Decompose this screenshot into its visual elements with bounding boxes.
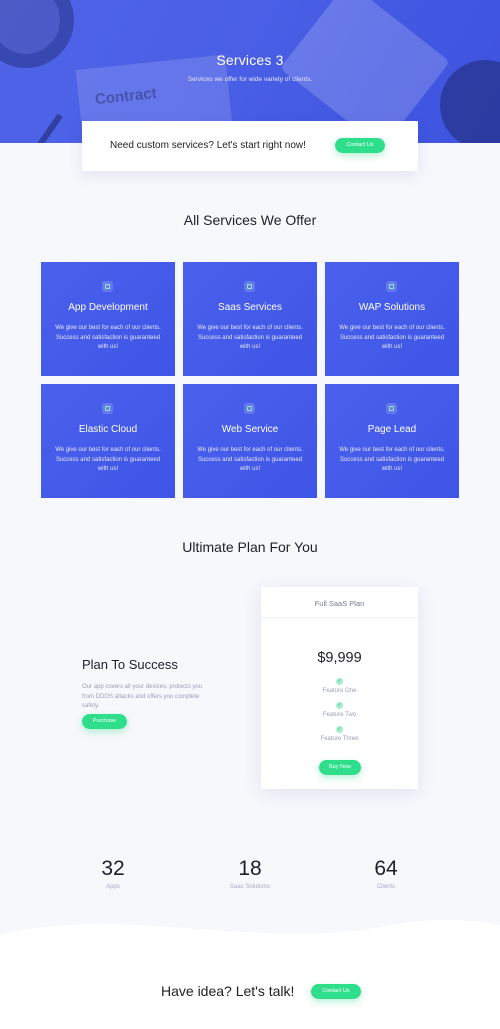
cta-card: Need custom services? Let's start right … xyxy=(82,121,418,171)
pen-image xyxy=(23,113,63,143)
layers-icon xyxy=(102,281,113,292)
service-title: Elastic Cloud xyxy=(78,424,138,435)
stat-label: Saas Solutions xyxy=(229,884,271,890)
plan-price: $9,999 xyxy=(317,650,362,666)
service-title: Saas Services xyxy=(218,302,282,313)
page-title: Services 3 xyxy=(216,52,284,68)
wave-divider xyxy=(0,920,500,1029)
service-desc: We give our best for each of our clients… xyxy=(55,325,161,350)
document-icon xyxy=(386,403,397,414)
service-desc: We give our best for each of our clients… xyxy=(55,447,161,472)
service-desc: We give our best for each of our clients… xyxy=(197,447,303,472)
cloud-icon xyxy=(102,403,113,414)
contact-us-button[interactable]: Contact Us xyxy=(335,138,385,153)
service-card-app-development[interactable]: App Development We give our best for eac… xyxy=(41,262,175,376)
monitor-icon xyxy=(244,281,255,292)
service-title: App Development xyxy=(68,302,148,313)
service-card-web-service[interactable]: Web Service We give our best for each of… xyxy=(183,384,317,498)
check-icon: ✓ xyxy=(336,678,343,685)
stat-value: 18 xyxy=(238,857,262,880)
plan-description: Our app covers all your devices, protect… xyxy=(82,684,203,709)
feature-item: Feature Three xyxy=(320,736,359,742)
service-card-saas-services[interactable]: Saas Services We give our best for each … xyxy=(183,262,317,376)
plan-section-title: Ultimate Plan For You xyxy=(182,539,318,555)
plan-heading: Plan To Success xyxy=(82,657,178,672)
footer-contact-button[interactable]: Contact Us xyxy=(311,984,361,999)
stat-label: Clients xyxy=(376,884,396,890)
service-card-elastic-cloud[interactable]: Elastic Cloud We give our best for each … xyxy=(41,384,175,498)
service-card-wap-solutions[interactable]: WAP Solutions We give our best for each … xyxy=(325,262,459,376)
service-desc: We give our best for each of our clients… xyxy=(339,325,445,350)
service-title: WAP Solutions xyxy=(358,302,426,313)
check-icon: ✓ xyxy=(336,726,343,733)
service-card-page-lead[interactable]: Page Lead We give our best for each of o… xyxy=(325,384,459,498)
services-title: All Services We Offer xyxy=(183,212,317,228)
service-desc: We give our best for each of our clients… xyxy=(197,325,303,350)
service-title: Page Lead xyxy=(367,424,417,435)
feature-item: Feature One xyxy=(322,688,357,694)
globe-icon xyxy=(386,281,397,292)
pricing-card: Full SaaS Plan $9,999 ✓ Feature One ✓ Fe… xyxy=(261,587,418,789)
page-subtitle: Services we offer for wide variety of cl… xyxy=(187,76,313,83)
feature-item: Feature Two xyxy=(322,712,357,718)
stat-label: Apps xyxy=(106,884,120,890)
purchase-button[interactable]: Purchase xyxy=(82,714,127,729)
footer-cta-text: Have idea? Let's talk! xyxy=(161,983,295,999)
plan-name: Full SaaS Plan xyxy=(261,587,418,618)
service-desc: We give our best for each of our clients… xyxy=(339,447,445,472)
buy-now-button[interactable]: Buy Now xyxy=(319,760,361,775)
cta-text: Need custom services? Let's start right … xyxy=(110,140,306,151)
service-title: Web Service xyxy=(221,424,279,435)
stat-value: 32 xyxy=(101,857,125,880)
web-icon xyxy=(244,403,255,414)
mug-image xyxy=(440,60,500,143)
check-icon: ✓ xyxy=(336,702,343,709)
stat-value: 64 xyxy=(374,857,398,880)
